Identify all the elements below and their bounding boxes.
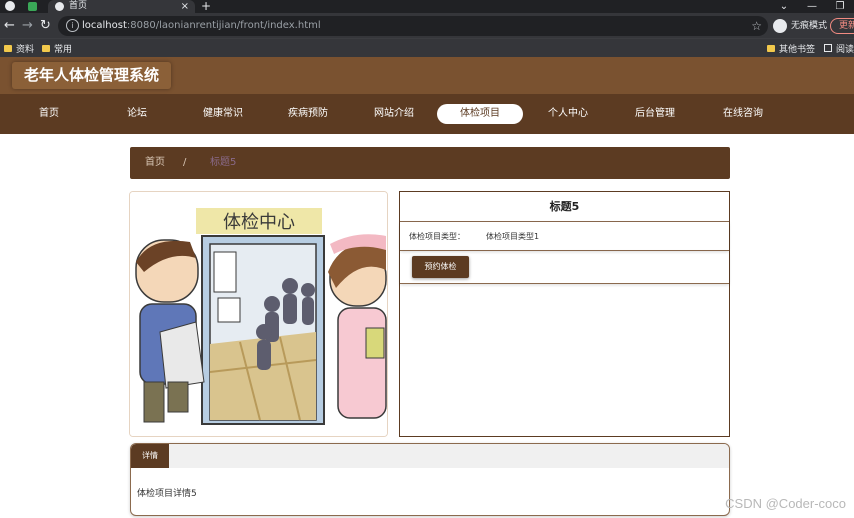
browser-tab-active[interactable]: 首页 × [48,0,195,13]
item-title: 标题5 [400,192,729,222]
globe-favicon-icon [55,2,64,11]
nav-item-home[interactable]: 首页 [6,104,92,124]
update-button[interactable]: 更新 [830,18,854,34]
tab-search-icon[interactable]: ⌄ [770,0,798,13]
main-nav: 首页 论坛 健康常识 疾病预防 网站介绍 体检项目 个人中心 后台管理 在线咨询 [0,94,854,134]
nav-item-disease-prevention[interactable]: 疾病预防 [265,104,351,124]
details-tab-bar: 详情 [131,444,729,468]
watermark: CSDN @Coder-coco [725,496,846,511]
new-tab-icon[interactable]: + [201,0,211,12]
reading-list-icon [824,44,832,52]
breadcrumb-home[interactable]: 首页 [145,147,165,179]
bookmark-folder-ziliao[interactable]: 资料 [4,39,34,57]
address-bar[interactable]: i localhost:8080/laonianrentijian/front/… [58,16,768,36]
item-actions-row: 预约体检 [400,251,729,284]
nav-item-checkup-items[interactable]: 体检项目 [437,104,523,124]
item-type-row: 体检项目类型： 体检项目类型1 [400,222,729,251]
back-icon[interactable]: ← [4,17,15,34]
site-header: 老年人体检管理系统 [0,57,854,94]
site-title[interactable]: 老年人体检管理系统 [12,62,172,89]
browser-toolbar: ← → ↻ i localhost:8080/laonianrentijian/… [0,13,854,38]
breadcrumb-current: 标题5 [210,157,237,168]
forward-icon[interactable]: → [22,17,33,34]
bookmark-star-icon[interactable]: ☆ [751,16,762,36]
book-checkup-button[interactable]: 预约体检 [412,256,469,278]
item-type-label: 体检项目类型： [409,232,465,241]
reading-list[interactable]: 阅读 [824,39,854,57]
minimize-icon[interactable]: — [798,0,826,13]
nav-item-about[interactable]: 网站介绍 [351,104,437,124]
browser-tab-title: 首页 [69,1,88,11]
window-controls: ⌄ — ❐ [770,0,854,13]
incognito-indicator[interactable]: 无痕模式 [773,19,827,33]
tab-close-icon[interactable]: × [181,0,189,13]
nav-item-admin[interactable]: 后台管理 [612,104,698,124]
info-icon[interactable]: i [66,19,79,32]
breadcrumb-separator: / [183,157,187,168]
breadcrumb: 首页 / 标题5 [130,147,730,179]
checkup-item-info-panel: 标题5 体检项目类型： 体检项目类型1 预约体检 [399,191,730,437]
checkup-center-illustration: 体检中心 [130,192,387,436]
tab-details[interactable]: 详情 [131,444,169,468]
restore-icon[interactable]: ❐ [826,0,854,13]
incognito-icon [773,19,787,33]
nav-item-personal-center[interactable]: 个人中心 [525,104,611,124]
folder-icon [4,44,12,52]
browser-menu-icon[interactable] [5,1,15,11]
nav-item-health-knowledge[interactable]: 健康常识 [180,104,266,124]
nav-item-forum[interactable]: 论坛 [94,104,180,124]
nav-item-online-consult[interactable]: 在线咨询 [700,104,786,124]
checkup-item-image: 体检中心 [129,191,388,437]
address-url[interactable]: localhost:8080/laonianrentijian/front/in… [82,16,321,36]
item-type-value: 体检项目类型1 [486,232,540,241]
bookmark-other[interactable]: 其他书签 [767,39,815,57]
details-panel: 详情 体检项目详情5 [130,443,730,516]
bookmarks-bar: 资料 常用 其他书签 阅读 [0,38,854,57]
bookmark-folder-changyong[interactable]: 常用 [42,39,72,57]
details-content: 体检项目详情5 [137,489,197,499]
folder-icon [767,44,775,52]
spreadsheet-favicon-icon [28,2,37,11]
browser-tab-bar: 首页 × + ⌄ — ❐ [0,0,854,13]
folder-icon [42,44,50,52]
browser-tab-inactive[interactable] [22,0,46,13]
reload-icon[interactable]: ↻ [40,17,51,34]
sign-text: 体检中心 [223,212,295,233]
